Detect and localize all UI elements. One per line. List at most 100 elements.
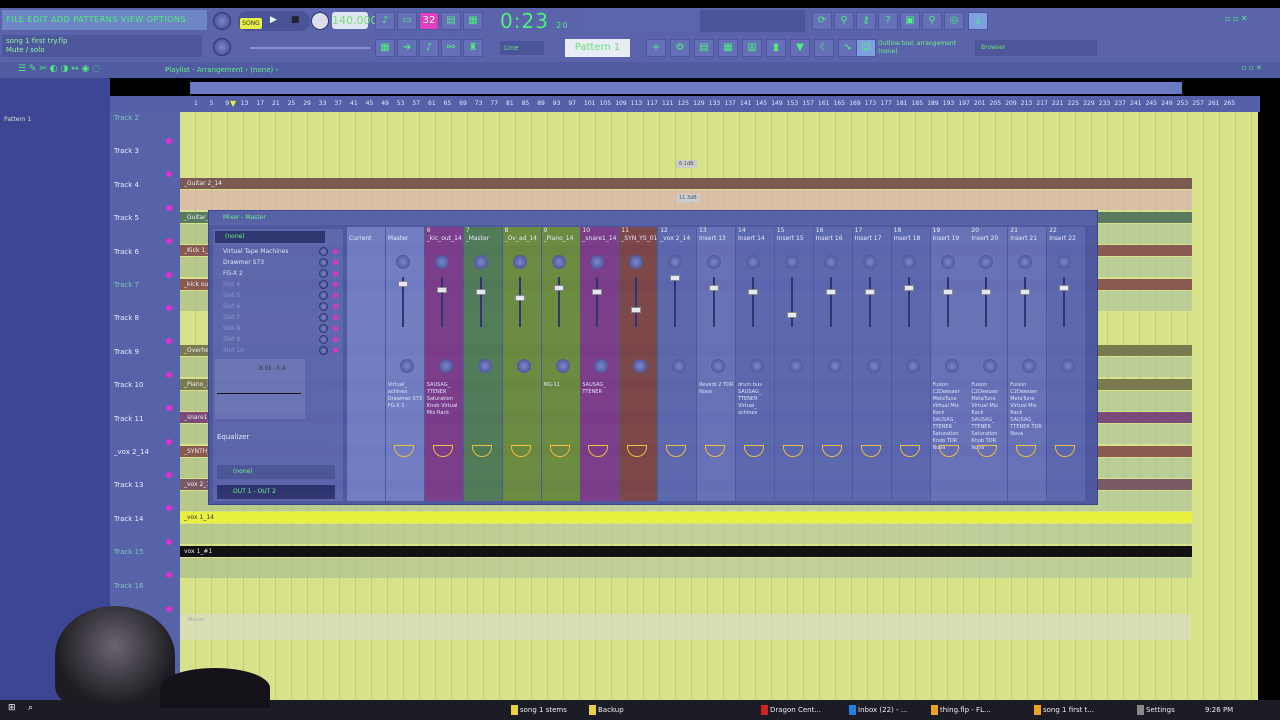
mixer-channel[interactable]: 20 Insert 20 Fusion C2Deesser MetaTune Vir… [969,227,1008,501]
pan-knob[interactable] [473,255,488,269]
track-label[interactable]: Track 11 [114,415,143,423]
volume-fader[interactable] [436,287,447,293]
route-button[interactable] [744,445,764,457]
volume-fader[interactable] [903,285,914,291]
stereo-knob[interactable] [672,359,687,373]
route-button[interactable] [705,445,726,457]
track-mute-dot[interactable] [166,438,172,445]
volume-fader[interactable] [1020,289,1031,295]
mixer-channel[interactable]: 9 _Piano_14 MG-11 [541,227,580,501]
wait-input-icon[interactable]: ▭ [397,12,417,30]
slot-enable-dot[interactable] [333,315,338,320]
piano-roll-icon[interactable]: ♪ [419,39,439,57]
mixer-channel[interactable]: 10 _snare1_14 SAUSAG_ TTENER [580,227,619,501]
pan-knob[interactable] [901,255,916,269]
stereo-knob[interactable] [944,359,959,373]
route-button[interactable] [471,445,492,457]
mixer-channel[interactable]: 14 Insert 14 drum bus SAUSAG_ TTENER Virtu… [736,227,774,501]
slot-mix-knob[interactable] [319,335,328,344]
track-mute-dot[interactable] [166,204,172,211]
volume-fader[interactable] [942,289,953,295]
pan-knob[interactable] [862,255,877,269]
track-label[interactable]: Track 9 [114,348,139,356]
stereo-knob[interactable] [516,359,531,373]
send-select[interactable]: (none) [217,465,335,479]
mixer-channel[interactable]: 6 _kic_out_14 SAUSAG_ TTENER Saturation Kn… [424,227,463,501]
mixer-channel[interactable]: 18 Insert 18 [891,227,930,501]
playhead-icon[interactable]: ▼ [230,96,236,112]
search-icon[interactable]: ⌕ [28,703,33,713]
slot-mix-knob[interactable] [319,269,328,278]
blend-notes-icon[interactable]: ▤ [441,12,461,30]
stereo-knob[interactable] [633,359,648,373]
track-mute-dot[interactable] [166,138,172,144]
tool-icon[interactable]: ▤ [694,39,714,57]
stereo-knob[interactable] [827,359,842,373]
track-label[interactable]: Track 16 [114,582,143,590]
pan-knob[interactable] [1057,255,1072,269]
track-mute-dot[interactable] [166,472,172,478]
slot-mix-knob[interactable] [319,291,328,300]
track-label[interactable]: Track 5 [114,214,139,222]
pattern-item[interactable]: Pattern 1 [4,116,31,123]
track-label[interactable]: Track 13 [114,481,143,489]
mixer-channel[interactable]: 19 Insert 19 Fusion C2Deesser MetaTune Vir… [930,227,969,501]
add-pattern-icon[interactable]: + [646,39,666,57]
playlist-clip[interactable]: _vox 1_14 [180,512,1192,524]
playlist-tools[interactable]: ☰ ✎ ✂ ◐ ◑ ↔ ◉ ◌ [18,64,100,74]
fx-slot[interactable]: Slot 4 [217,280,317,289]
slot-enable-dot[interactable] [333,293,338,298]
pan-knob[interactable] [629,255,644,269]
fx-slot[interactable]: Slot 8 [217,324,317,333]
taskbar-item[interactable]: Backup [588,702,624,718]
slot-enable-dot[interactable] [333,282,338,287]
stereo-knob[interactable] [711,359,726,373]
track-mute-dot[interactable] [166,405,172,412]
master-pitch-slider[interactable] [250,47,370,49]
track-label[interactable]: Track 10 [114,381,143,389]
snap-select[interactable]: Line [500,41,544,55]
playlist-clip[interactable]: vox 1_#1 [180,545,1192,557]
slot-mix-knob[interactable] [319,324,328,333]
route-button[interactable] [510,445,531,457]
mixer-channel[interactable]: 8 _Ov_ad_14 [502,227,541,501]
fx-slot[interactable]: Slot 9 [217,335,317,344]
volume-fader[interactable] [670,275,681,281]
tool-icon[interactable]: ⚙ [670,39,690,57]
mixer-title[interactable]: Mixer - Master [209,211,1097,225]
track-mute-dot[interactable] [166,505,172,512]
slot-enable-dot[interactable] [333,337,338,342]
arrow-icon[interactable]: ➘ [838,39,858,57]
slot-enable-dot[interactable] [333,326,338,331]
menu-bar[interactable]: FILE EDIT ADD PATTERNS VIEW OPTIONS TOOL… [2,10,207,44]
track-label[interactable]: Track 2 [114,114,139,122]
loop-record-icon[interactable]: ▦ [463,12,483,30]
download-icon[interactable]: ⤓ [968,12,988,30]
volume-fader[interactable] [631,307,642,313]
route-button[interactable] [899,445,920,457]
slot-mix-knob[interactable] [319,302,328,311]
track-label[interactable]: _vox 2_14 [114,448,149,456]
stereo-knob[interactable] [1022,359,1037,373]
record-button[interactable] [311,12,329,30]
playlist-clip[interactable]: _Guitar 2_14 [180,178,1192,190]
playlist-scrollbar[interactable] [190,82,1182,94]
stereo-knob[interactable] [905,359,920,373]
stereo-knob[interactable] [788,359,803,373]
track-mute-dot[interactable] [166,371,172,378]
pan-knob[interactable] [590,255,605,269]
playlist-icon[interactable]: ▦ [375,39,395,57]
track-label[interactable]: Track 15 [114,548,143,556]
pan-knob[interactable] [551,255,566,269]
stereo-knob[interactable] [1061,359,1076,373]
taskbar-item[interactable]: Dragon Cent... [760,702,821,718]
route-button[interactable] [1016,445,1037,457]
mixer-channel[interactable]: 13 Insert 13 Reverb 2 TDR Nova [697,227,736,501]
mixer-channel[interactable]: 12 _vox 2_14 [658,227,697,501]
taskbar-item[interactable]: song 1 stems [510,702,567,718]
volume-fader[interactable] [981,289,992,295]
pan-knob[interactable] [823,255,838,269]
track-label[interactable]: Track 4 [114,181,139,189]
channel-rack-icon[interactable]: ⚯ [441,39,461,57]
pan-knob[interactable] [784,255,799,269]
